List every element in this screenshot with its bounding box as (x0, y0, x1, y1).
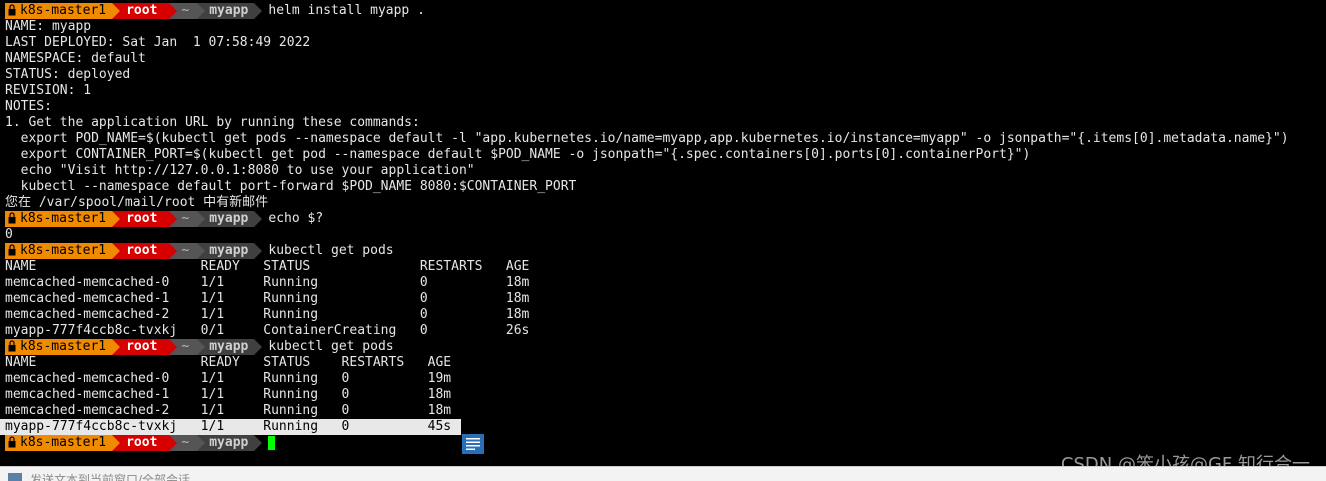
prompt-host-segment: k8s-master1 (5, 3, 121, 19)
prompt-host: k8s-master1 (20, 339, 107, 354)
prompt-tilde: ~ (181, 339, 190, 354)
output-line: export POD_NAME=$(kubectl get pods --nam… (5, 131, 1289, 146)
lock-icon (8, 339, 16, 353)
prompt-host-segment: k8s-master1 (5, 243, 121, 259)
watermark: CSDN @笨小孩@GF 知行合一 (1060, 454, 1310, 466)
prompt-host: k8s-master1 (20, 211, 107, 226)
table-row: memcached-memcached-2 1/1 Running 0 18m (5, 307, 530, 322)
table-row: myapp-777f4ccb8c-tvxkj 0/1 ContainerCrea… (5, 323, 530, 338)
shell-prompt: k8s-master1 root ~ myapp kubectl get pods (5, 339, 394, 355)
terminal-window[interactable]: k8s-master1 root ~ myapp helm install myapp … (0, 0, 1326, 466)
table-header: NAME READY STATUS RESTARTS AGE (5, 259, 530, 274)
table-row: memcached-memcached-0 1/1 Running 0 19m (5, 371, 452, 386)
shell-prompt-active[interactable]: k8s-master1 root ~ myapp (5, 435, 276, 451)
shell-prompt: k8s-master1 root ~ myapp kubectl get pods (5, 243, 394, 259)
prompt-tilde: ~ (181, 243, 190, 258)
table-row: memcached-memcached-2 1/1 Running 0 18m (5, 403, 452, 418)
prompt-dir: myapp (209, 211, 249, 226)
prompt-dir: myapp (209, 243, 249, 258)
prompt-user-segment: root (112, 339, 178, 355)
prompt-user-segment: root (112, 3, 178, 19)
text-cursor (268, 436, 276, 450)
prompt-dir: myapp (209, 435, 249, 450)
command-text: kubectl get pods (268, 243, 394, 258)
prompt-host-segment: k8s-master1 (5, 211, 121, 227)
prompt-host: k8s-master1 (20, 435, 107, 450)
lock-icon (8, 435, 16, 449)
prompt-tilde: ~ (181, 3, 190, 18)
lock-icon (8, 243, 16, 257)
lock-icon (8, 211, 16, 225)
prompt-dir-segment: myapp (197, 243, 263, 259)
table-row: memcached-memcached-1 1/1 Running 0 18m (5, 387, 452, 402)
mail-notice: 您在 /var/spool/mail/root 中有新邮件 (5, 195, 269, 210)
prompt-host-segment: k8s-master1 (5, 435, 121, 451)
prompt-host: k8s-master1 (20, 3, 107, 18)
prompt-user: root (126, 211, 158, 226)
command-text: helm install myapp . (268, 3, 425, 18)
prompt-user-segment: root (112, 435, 178, 451)
table-row: memcached-memcached-0 1/1 Running 0 18m (5, 275, 530, 290)
prompt-dir: myapp (209, 3, 249, 18)
output-line: NOTES: (5, 99, 52, 114)
prompt-dir-segment: myapp (197, 435, 263, 451)
prompt-host: k8s-master1 (20, 243, 107, 258)
command-text: echo $? (268, 211, 324, 226)
output-line: NAME: myapp (5, 19, 92, 34)
status-bar: 发送文本到当前窗口/全部会话 (0, 466, 1326, 481)
output-line: 1. Get the application URL by running th… (5, 115, 420, 130)
prompt-user-segment: root (112, 211, 178, 227)
prompt-host-segment: k8s-master1 (5, 339, 121, 355)
prompt-dir-segment: myapp (197, 3, 263, 19)
table-row-selected[interactable]: myapp-777f4ccb8c-tvxkj 1/1 Running 0 45s (0, 419, 461, 435)
output-line: REVISION: 1 (5, 83, 92, 98)
prompt-dir-segment: myapp (197, 211, 263, 227)
lock-icon (8, 3, 16, 17)
note-icon[interactable] (462, 434, 484, 454)
table-row: memcached-memcached-1 1/1 Running 0 18m (5, 291, 530, 306)
command-text: kubectl get pods (268, 339, 394, 354)
prompt-user: root (126, 3, 158, 18)
output-line: NAMESPACE: default (5, 51, 146, 66)
prompt-tilde: ~ (181, 435, 190, 450)
output-line: LAST DEPLOYED: Sat Jan 1 07:58:49 2022 (5, 35, 311, 50)
prompt-tilde: ~ (181, 211, 190, 226)
shell-prompt: k8s-master1 root ~ myapp echo $? (5, 211, 323, 227)
table-header: NAME READY STATUS RESTARTS AGE (5, 355, 452, 370)
prompt-user: root (126, 435, 158, 450)
prompt-user-segment: root (112, 243, 178, 259)
output-line: export CONTAINER_PORT=$(kubectl get pod … (5, 147, 1031, 162)
prompt-dir: myapp (209, 339, 249, 354)
prompt-user: root (126, 339, 158, 354)
prompt-user: root (126, 243, 158, 258)
output-line: 0 (5, 227, 13, 242)
output-line: kubectl --namespace default port-forward… (5, 179, 577, 194)
output-line: STATUS: deployed (5, 67, 131, 82)
prompt-dir-segment: myapp (197, 339, 263, 355)
shell-prompt: k8s-master1 root ~ myapp helm install myapp … (5, 3, 425, 19)
output-line: echo "Visit http://127.0.0.1:8080 to use… (5, 163, 475, 178)
